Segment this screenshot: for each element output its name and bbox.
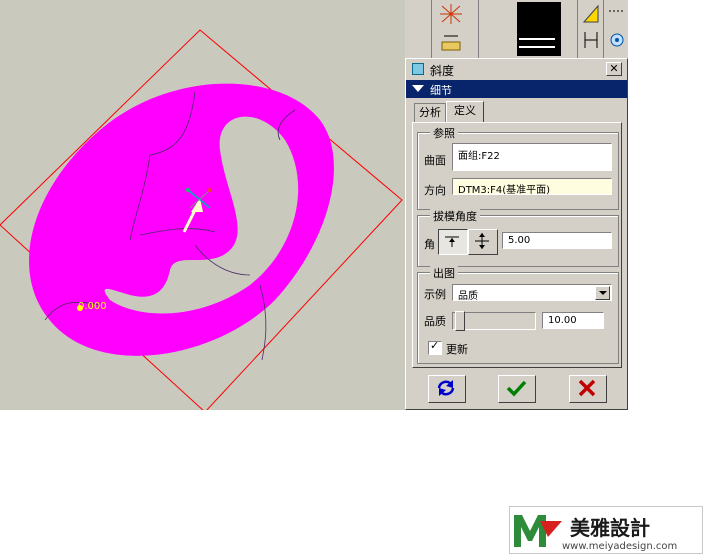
output-legend: 出图 (430, 265, 458, 281)
example-label: 示例 (424, 288, 446, 301)
graphics-viewport[interactable]: 0.000 (0, 0, 405, 410)
quality-label: 品质 (424, 315, 446, 328)
quality-slider-thumb[interactable] (455, 311, 465, 331)
reference-group: 参照 曲面 面组:F22 方向 DTM3:F4(基准平面) (417, 125, 619, 210)
edit-datum-icon[interactable] (580, 2, 602, 26)
detail-section-label: 细节 (430, 84, 452, 97)
angle-input[interactable]: 5.00 (502, 232, 612, 249)
measure-icon[interactable] (436, 30, 466, 54)
right-toolbar (405, 0, 628, 58)
reference-legend: 参照 (430, 125, 458, 141)
dimension-icon[interactable] (580, 28, 602, 52)
repaint-icon (437, 380, 455, 396)
collapse-triangle-icon (412, 85, 424, 92)
x-icon (578, 379, 596, 397)
watermark-logo: 美雅設計 www.meiyadesign.com (509, 506, 703, 554)
watermark-brand: 美雅設計 (570, 516, 650, 540)
draft-analysis-dialog: 斜度 ✕ 细节 分析 定义 参照 曲面 面组:F22 方向 DTM3:F4(基准… (405, 58, 628, 410)
definition-tab-panel: 参照 曲面 面组:F22 方向 DTM3:F4(基准平面) 拔模角度 角 5.0… (412, 122, 622, 368)
dimension-text[interactable]: 0.000 (78, 301, 107, 312)
more-icon[interactable] (607, 6, 627, 16)
toolbar-separator (478, 0, 479, 58)
ok-button[interactable] (498, 375, 536, 403)
update-label: 更新 (446, 343, 468, 356)
toolbar-separator (577, 0, 578, 58)
tab-analysis[interactable]: 分析 (414, 103, 446, 123)
cancel-button[interactable] (569, 375, 607, 403)
close-button[interactable]: ✕ (606, 62, 622, 76)
example-select[interactable]: 品质 (452, 284, 612, 302)
surface-collector[interactable]: 面组:F22 (452, 143, 612, 171)
watermark-url: www.meiyadesign.com (562, 541, 677, 552)
chevron-down-icon[interactable] (595, 286, 610, 300)
draft-angle-legend: 拔模角度 (430, 208, 480, 224)
toolbar-separator (431, 0, 432, 58)
surface-label: 曲面 (424, 154, 446, 167)
check-icon (506, 380, 527, 397)
axes-icon[interactable] (436, 2, 466, 26)
toolbar-separator (603, 0, 604, 58)
output-group: 出图 示例 品质 品质 10.00 更新 (417, 265, 619, 364)
quality-slider[interactable] (452, 311, 536, 331)
target-icon[interactable] (607, 28, 627, 52)
angle-label: 角 (424, 238, 435, 251)
dialog-titlebar[interactable]: 斜度 ✕ (406, 59, 627, 79)
dialog-icon (412, 63, 424, 75)
tab-definition[interactable]: 定义 (446, 101, 484, 123)
update-checkbox[interactable] (428, 339, 442, 355)
direction-label: 方向 (424, 184, 446, 197)
direction-collector[interactable]: DTM3:F4(基准平面) (452, 178, 612, 196)
model-view: 0.000 (0, 29, 403, 410)
example-select-value: 品质 (458, 291, 478, 302)
display-swatch-icon[interactable] (515, 0, 563, 58)
detail-section-header[interactable]: 细节 (406, 80, 627, 98)
both-directions-button[interactable] (468, 229, 498, 255)
quality-input[interactable]: 10.00 (542, 312, 604, 329)
one-direction-button[interactable] (438, 229, 468, 255)
draft-angle-group: 拔模角度 角 5.00 (417, 208, 619, 267)
dialog-title: 斜度 (430, 64, 455, 78)
repaint-button[interactable] (428, 375, 466, 403)
